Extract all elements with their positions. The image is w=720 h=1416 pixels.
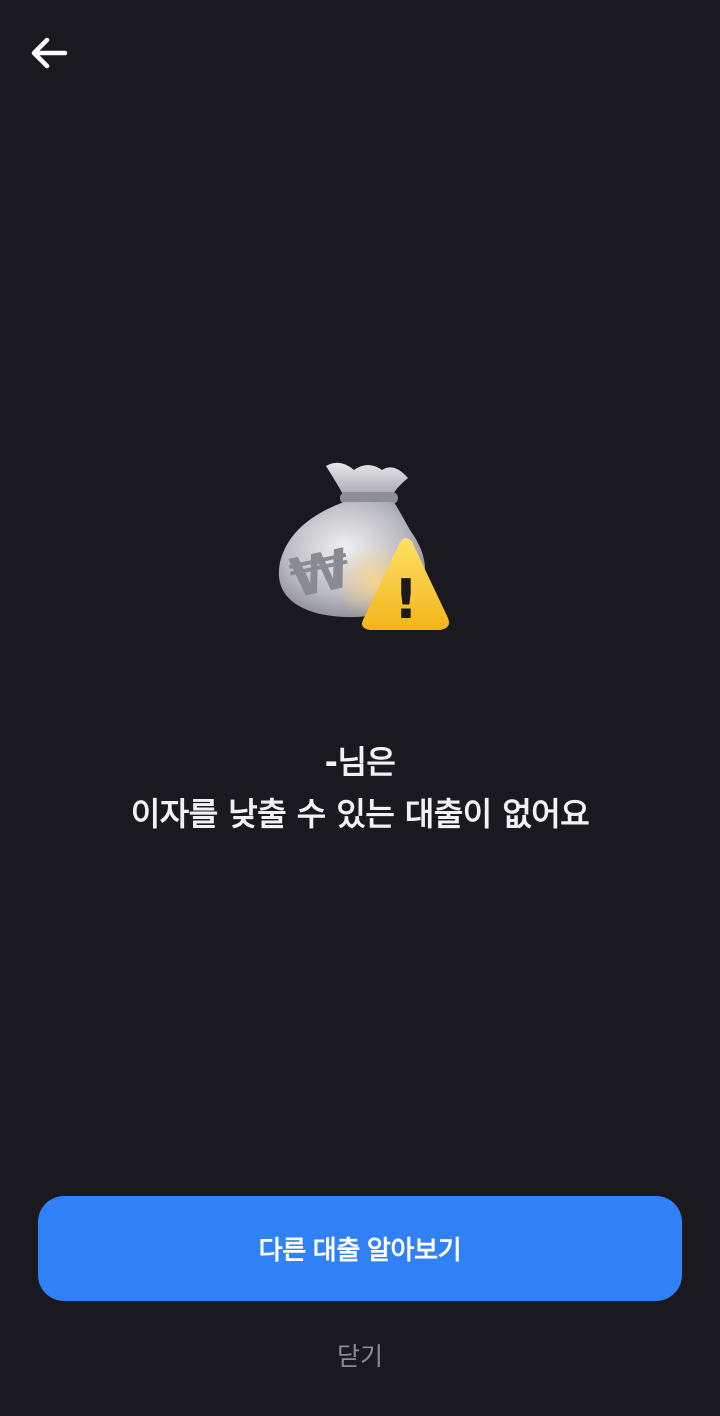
explore-other-loans-button[interactable]: 다른 대출 알아보기 — [38, 1196, 682, 1301]
warning-symbol: ! — [394, 568, 419, 631]
message-line-name: -님은 — [324, 743, 396, 781]
arrow-left-icon — [31, 37, 68, 69]
money-bag-warning-icon: ₩ ! — [270, 452, 460, 642]
screen: ₩ ! -님은 이자를 낮출 수 있는 대출이 없어요 다른 대출 알아보기 닫… — [0, 0, 720, 1416]
back-button[interactable] — [22, 26, 76, 80]
close-button[interactable]: 닫기 — [0, 1337, 720, 1373]
result-message: -님은 이자를 낮출 수 있는 대출이 없어요 — [40, 736, 680, 840]
message-line-result: 이자를 낮출 수 있는 대출이 없어요 — [130, 795, 590, 833]
